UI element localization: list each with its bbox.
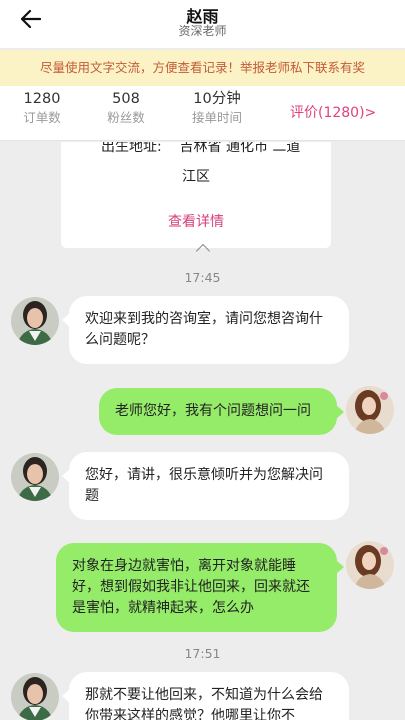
teacher-title: 资深老师 xyxy=(178,24,227,38)
stat-response-time: 10分钟 接单时间 xyxy=(177,90,257,127)
orders-label: 订单数 xyxy=(23,110,61,125)
teacher-avatar[interactable] xyxy=(11,453,59,501)
user-avatar[interactable] xyxy=(346,386,394,434)
teacher-avatar-image xyxy=(11,453,59,501)
chat-area[interactable]: 出生地址: 吉林省 通化市 二道 江区 查看详情 17:45 欢迎来到我的咨询室… xyxy=(0,142,405,720)
teacher-avatar-image xyxy=(11,297,59,345)
stat-orders: 1280 订单数 xyxy=(2,90,82,127)
view-details-link[interactable]: 查看详情 xyxy=(61,211,331,231)
teacher-info-card: 出生地址: 吉林省 通化市 二道 江区 查看详情 xyxy=(61,142,331,248)
message-bubble[interactable]: 欢迎来到我的咨询室，请问您想咨询什么问题呢？ xyxy=(62,296,349,364)
fans-label: 粉丝数 xyxy=(107,110,145,125)
response-time-label: 接单时间 xyxy=(191,110,242,125)
message-bubble[interactable]: 老师您好，我有个问题想问一问 xyxy=(99,388,344,435)
stats-bar: 1280 订单数 508 粉丝数 10分钟 接单时间 评价(1280)> xyxy=(0,86,405,141)
birthplace-value-cont: 江区 xyxy=(182,169,210,185)
teacher-avatar[interactable] xyxy=(11,673,59,720)
stat-fans: 508 粉丝数 xyxy=(86,90,166,127)
message-bubble[interactable]: 您好，请讲，很乐意倾听并为您解决问题 xyxy=(62,452,349,520)
response-time-value: 10分钟 xyxy=(193,91,241,107)
message-text: 对象在身边就害怕，离开对象就能睡好，想到假如我非让他回来，回来就还是害怕，就精神… xyxy=(72,558,310,616)
rating-link[interactable]: 评价(1280)> xyxy=(290,86,376,140)
birthplace-row: 出生地址: 吉林省 通化市 二道 xyxy=(101,142,300,158)
message-text: 欢迎来到我的咨询室，请问您想咨询什么问题呢？ xyxy=(85,311,323,348)
notice-banner: 尽量使用文字交流，方便查看记录！举报老师私下联系有奖 xyxy=(0,50,405,86)
teacher-avatar-image xyxy=(11,673,59,720)
user-avatar[interactable] xyxy=(346,541,394,589)
message-bubble[interactable]: 对象在身边就害怕，离开对象就能睡好，想到假如我非让他回来，回来就还是害怕，就精神… xyxy=(56,543,344,632)
message-bubble[interactable]: 那就不要让他回来，不知道为什么会给你带来这样的感觉？他哪里让你不 xyxy=(62,672,349,720)
birthplace-label: 出生地址: xyxy=(101,142,162,155)
message-text: 老师您好，我有个问题想问一问 xyxy=(115,403,311,419)
user-avatar-image xyxy=(346,386,394,434)
app-header: 赵雨 资深老师 xyxy=(0,0,405,48)
timestamp: 17:45 xyxy=(184,270,221,285)
message-text: 您好，请讲，很乐意倾听并为您解决问题 xyxy=(85,467,323,504)
fans-count: 508 xyxy=(112,91,140,107)
birthplace-value: 吉林省 通化市 二道 xyxy=(179,142,301,155)
timestamp: 17:51 xyxy=(184,646,221,661)
user-avatar-image xyxy=(346,541,394,589)
message-text: 那就不要让他回来，不知道为什么会给你带来这样的感觉？他哪里让你不 xyxy=(85,687,323,720)
teacher-avatar[interactable] xyxy=(11,297,59,345)
orders-count: 1280 xyxy=(23,91,61,107)
